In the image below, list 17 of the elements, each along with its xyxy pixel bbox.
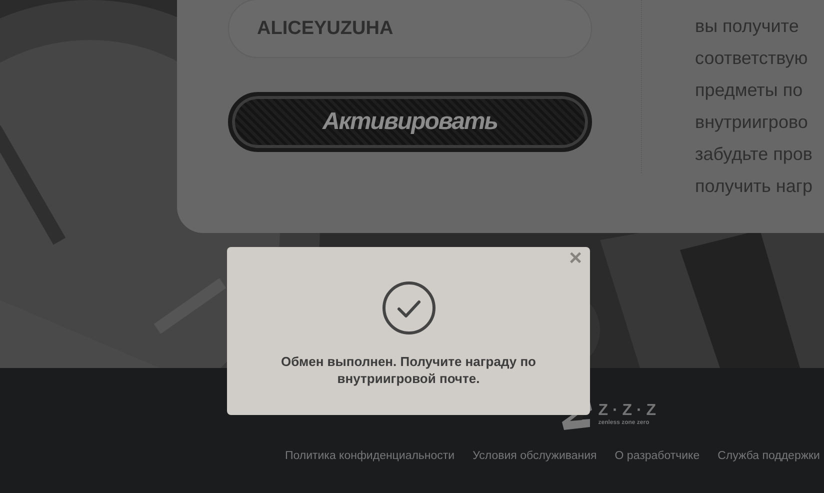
- check-circle-icon: [382, 281, 436, 335]
- info-text-line: предметы по: [695, 79, 804, 102]
- footer-link[interactable]: О разработчике: [614, 448, 700, 466]
- close-button[interactable]: ×: [567, 247, 584, 269]
- logo-icon: [560, 400, 594, 430]
- info-text-line: соответствую: [695, 47, 809, 70]
- footer-link[interactable]: Условия обслуживания: [472, 448, 597, 466]
- footer-link[interactable]: Служба поддержки: [718, 448, 820, 466]
- info-text-line: получить нагр: [695, 175, 812, 198]
- code-input-field[interactable]: ALICEYUZUHA: [228, 0, 592, 58]
- info-text-line: внутриигрово: [695, 111, 809, 134]
- footer-link[interactable]: Политика конфиденциальности: [284, 448, 455, 466]
- info-text-line: вы получите: [695, 15, 800, 38]
- info-text-line: забудьте пров: [695, 143, 812, 166]
- logo-wordmark: Z · Z · Z: [598, 403, 656, 419]
- success-message: Обмен выполнен. Получите награду по внутриигровой почте.: [280, 353, 537, 387]
- activate-button[interactable]: Активировать: [228, 92, 592, 152]
